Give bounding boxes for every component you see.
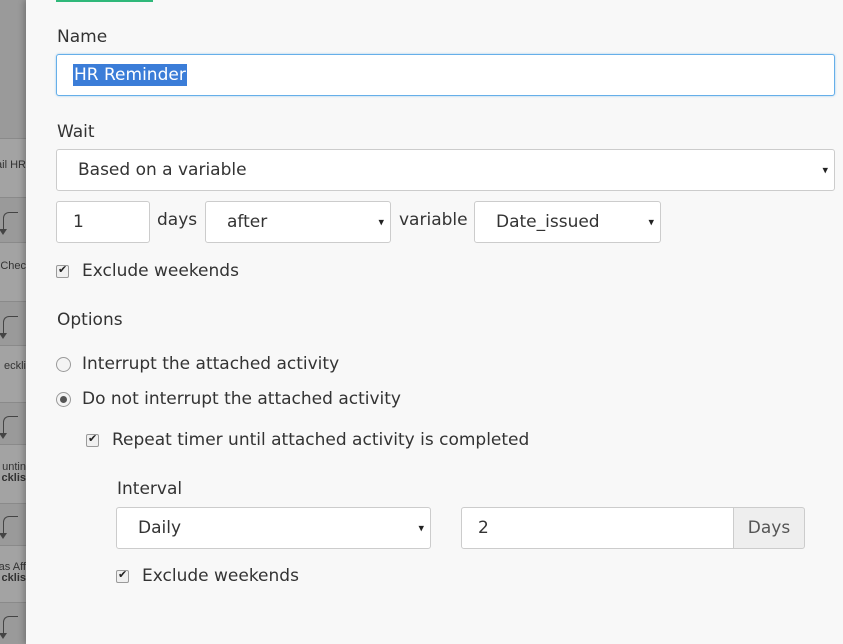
interval-value: 2 — [478, 518, 489, 538]
wait-variable-value: Date_issued — [496, 212, 600, 232]
name-input[interactable]: HR Reminder — [56, 54, 835, 96]
wait-variable-select[interactable]: Date_issued ▾ — [474, 201, 661, 243]
name-input-value[interactable]: HR Reminder — [73, 64, 187, 86]
timer-settings-panel: Name HR Reminder Wait Based on a variabl… — [26, 0, 843, 644]
workflow-node-label: ail HR — [0, 159, 26, 171]
connector-arrow-icon — [0, 416, 18, 439]
wait-mode-value: Based on a variable — [78, 160, 247, 180]
interval-unit-label: Days — [747, 518, 791, 538]
wait-direction-select[interactable]: after ▾ — [205, 201, 391, 243]
chevron-down-icon: ▾ — [378, 215, 384, 229]
chevron-down-icon: ▾ — [822, 163, 828, 177]
variable-label: variable — [399, 210, 468, 230]
workflow-node: as Aff cklis — [0, 545, 26, 603]
workflow-node: ail HR — [0, 138, 26, 198]
wait-mode-select[interactable]: Based on a variable ▾ — [56, 149, 835, 191]
connector-arrow-icon — [0, 212, 18, 235]
repeat-timer-label[interactable]: Repeat timer until attached activity is … — [112, 430, 529, 450]
interval-label: Interval — [117, 479, 183, 499]
interval-exclude-weekends-label[interactable]: Exclude weekends — [142, 566, 299, 586]
days-unit-label: days — [157, 210, 198, 230]
no-interrupt-radio-label[interactable]: Do not interrupt the attached activity — [82, 389, 401, 409]
workflow-node-label: Chec — [0, 260, 26, 272]
connector-arrow-icon — [0, 316, 18, 339]
interval-frequency-select[interactable]: Daily ▾ — [116, 507, 431, 549]
wait-amount-value: 1 — [73, 212, 84, 232]
interval-value-input[interactable]: 2 — [461, 507, 735, 549]
workflow-node: untin cklis — [0, 444, 26, 504]
interval-exclude-weekends-checkbox[interactable] — [116, 568, 129, 583]
connector-arrow-icon — [0, 516, 18, 539]
connector-arrow-icon — [0, 616, 18, 639]
workflow-canvas-background: ail HR Chec eckli untin cklis as Aff ckl… — [0, 0, 26, 644]
options-label: Options — [57, 310, 123, 330]
wait-exclude-weekends-label[interactable]: Exclude weekends — [82, 261, 239, 281]
workflow-node: eckli — [0, 345, 26, 403]
interval-frequency-value: Daily — [138, 518, 182, 538]
workflow-node-label: cklis — [1, 472, 26, 484]
workflow-node-label: eckli — [3, 360, 26, 372]
no-interrupt-radio[interactable] — [56, 392, 71, 407]
wait-exclude-weekends-checkbox[interactable] — [56, 263, 69, 278]
repeat-timer-checkbox[interactable] — [86, 432, 99, 447]
workflow-node: Chec — [0, 242, 26, 302]
interval-unit-addon: Days — [733, 507, 805, 549]
active-tab-indicator — [56, 0, 153, 2]
wait-direction-value: after — [227, 212, 268, 232]
workflow-node-label: cklis — [1, 572, 26, 584]
interrupt-radio-label[interactable]: Interrupt the attached activity — [82, 354, 339, 374]
name-label: Name — [57, 27, 108, 47]
wait-label: Wait — [57, 122, 95, 142]
chevron-down-icon: ▾ — [648, 215, 654, 229]
interrupt-radio[interactable] — [56, 357, 71, 372]
chevron-down-icon: ▾ — [418, 521, 424, 535]
wait-amount-input[interactable]: 1 — [56, 201, 150, 243]
